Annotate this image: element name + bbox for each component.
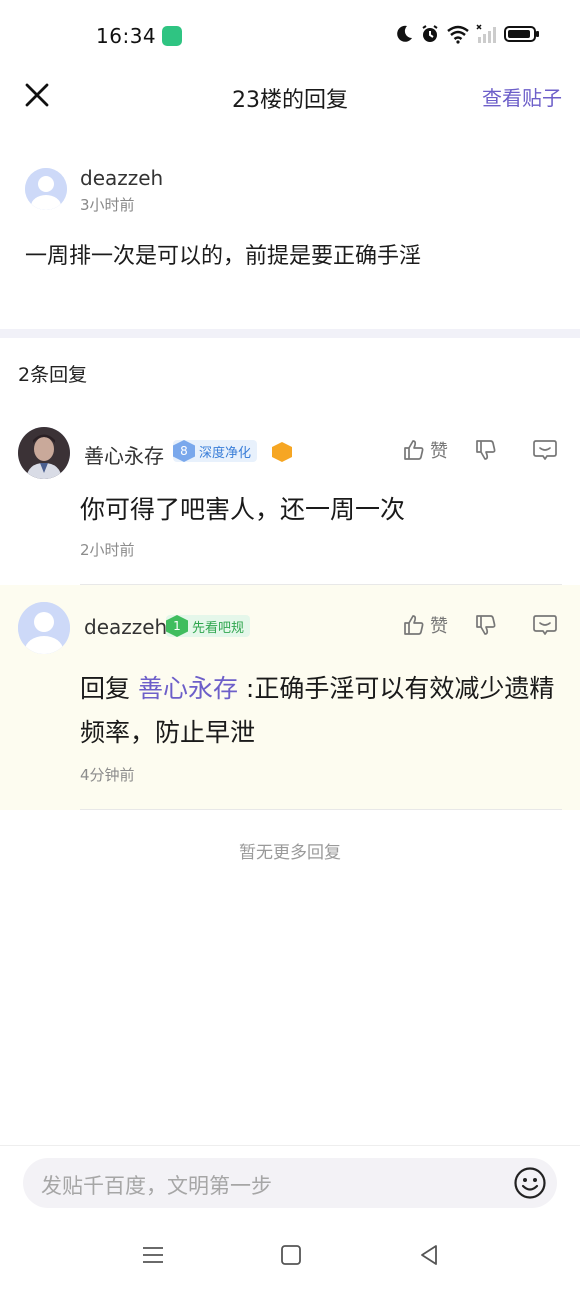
like-button[interactable]: 赞 [402, 437, 474, 463]
no-more-replies: 暂无更多回复 [239, 843, 341, 863]
moon-icon [397, 25, 412, 42]
like-label: 赞 [430, 616, 448, 637]
default-avatar-icon [25, 168, 67, 210]
default-avatar-icon [18, 602, 70, 654]
comment-input[interactable]: 发贴千百度，文明第一步 [23, 1158, 557, 1208]
thumbs-down-icon [476, 440, 496, 460]
like-button[interactable]: 赞 [402, 612, 474, 638]
avatar[interactable] [18, 427, 70, 479]
dislike-button[interactable] [474, 613, 532, 637]
comment-button[interactable] [532, 437, 560, 463]
comment-bar: 发贴千百度，文明第一步 [0, 1145, 580, 1225]
reply-item: 善心永存 8 深度净化 赞 你可得了吧害人，还一周一次 2小时前 [0, 410, 580, 585]
thumbs-up-icon [404, 440, 424, 460]
section-divider [0, 329, 580, 338]
comment-placeholder: 发贴千百度，文明第一步 [41, 1174, 272, 1198]
reply-actions: 赞 [402, 437, 560, 463]
thumbs-up-icon [404, 615, 424, 635]
reply-item: deazzeh 1 先看吧规 赞 回复 善心永存 :正确手淫可以有效减少遗精频率… [0, 585, 580, 810]
reply-username[interactable]: deazzeh [84, 615, 167, 639]
status-bar: 16:34 [0, 0, 580, 70]
op-timestamp: 3小时前 [80, 196, 135, 214]
view-post-link[interactable]: 查看贴子 [482, 82, 562, 111]
back-icon[interactable] [415, 1241, 443, 1269]
reply-to-username[interactable]: 善心永存 [138, 674, 238, 703]
thumbs-down-icon [476, 615, 496, 635]
badge-title: 先看吧规 [192, 620, 245, 636]
reply-content: 你可得了吧害人，还一周一次 [80, 495, 406, 524]
user-photo-icon [18, 427, 70, 479]
op-content: 一周排一次是可以的，前提是要正确手淫 [25, 244, 422, 269]
divider [80, 809, 562, 810]
badge-level: 1 [166, 615, 188, 637]
signal-icon [476, 24, 496, 43]
reply-timestamp: 2小时前 [80, 541, 135, 559]
status-time: 16:34 [96, 24, 157, 48]
comment-bubble-icon [533, 615, 557, 635]
dislike-button[interactable] [474, 438, 532, 462]
comment-button[interactable] [532, 612, 560, 638]
op-username[interactable]: deazzeh [80, 166, 163, 190]
emoji-icon[interactable] [513, 1166, 547, 1200]
system-nav-bar [0, 1225, 580, 1289]
badge-level: 8 [173, 440, 195, 462]
level-badge[interactable]: 8 深度净化 [173, 440, 258, 462]
comment-bubble-icon [533, 440, 557, 460]
nav-bar: 23楼的回复 查看贴子 [0, 70, 580, 122]
avatar[interactable] [25, 168, 67, 210]
level-badge[interactable]: 1 先看吧规 [166, 615, 251, 637]
reply-username[interactable]: 善心永存 [84, 440, 164, 469]
reply-count: 2条回复 [18, 364, 88, 386]
reply-content: 回复 善心永存 :正确手淫可以有效减少遗精频率，防止早泄 [80, 667, 570, 755]
honey-badge-icon [272, 442, 292, 462]
home-icon[interactable] [277, 1241, 305, 1269]
like-label: 赞 [430, 441, 448, 462]
reply-prefix: 回复 [80, 674, 138, 703]
avatar[interactable] [18, 602, 70, 654]
reply-actions: 赞 [402, 612, 560, 638]
badge-title: 深度净化 [199, 445, 252, 461]
reply-timestamp: 4分钟前 [80, 766, 135, 784]
battery-icon [504, 26, 539, 42]
wifi-icon [447, 25, 469, 44]
menu-icon[interactable] [139, 1241, 167, 1269]
status-icons [394, 24, 540, 44]
alarm-icon [422, 25, 438, 42]
app-notification-icon [162, 26, 182, 46]
